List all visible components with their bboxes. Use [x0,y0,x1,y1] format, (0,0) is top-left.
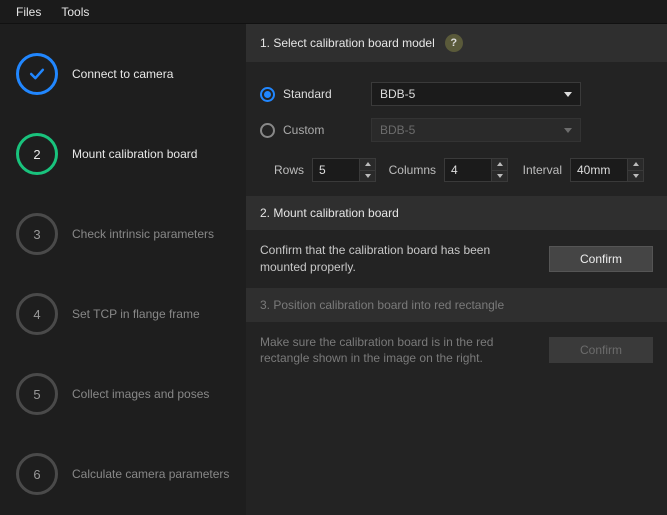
section1-header: 1. Select calibration board model ? [246,24,667,62]
section2-title: 2. Mount calibration board [260,206,399,220]
standard-select[interactable]: BDB-5 [371,82,581,106]
step-circle: 2 [16,133,58,175]
interval-down[interactable] [628,170,643,182]
section2-text: Confirm that the calibration board has b… [260,242,537,276]
section1-body: Standard BDB-5 Custom BDB-5 Rows 5 [246,62,667,196]
step-label: Calculate camera parameters [72,467,229,481]
confirm-mount-button[interactable]: Confirm [549,246,653,272]
confirm-position-button: Confirm [549,337,653,363]
custom-select-value: BDB-5 [380,123,415,137]
step-circle: 5 [16,373,58,415]
steps-sidebar: Connect to camera 2 Mount calibration boar… [0,24,246,515]
section2-header: 2. Mount calibration board [246,196,667,230]
radio-standard-label: Standard [283,87,363,101]
step-label: Set TCP in flange frame [72,307,200,321]
menu-bar: Files Tools [0,0,667,24]
rows-up[interactable] [360,159,375,170]
section3-text: Make sure the calibration board is in th… [260,334,537,368]
step-3[interactable]: 3 Check intrinsic parameters [16,194,236,274]
radio-icon [260,123,275,138]
rows-spinner[interactable]: 5 [312,158,376,182]
main-panel: 1. Select calibration board model ? Stan… [246,24,667,515]
section2-body: Confirm that the calibration board has b… [246,230,667,288]
rows-down[interactable] [360,170,375,182]
interval-label: Interval [516,163,562,177]
section3-header: 3. Position calibration board into red r… [246,288,667,322]
step-label: Collect images and poses [72,387,209,401]
step-5[interactable]: 5 Collect images and poses [16,354,236,434]
step-circle: 3 [16,213,58,255]
step-circle [16,53,58,95]
grid-params-row: Rows 5 Columns 4 Interval 40mm [260,148,653,182]
columns-value: 4 [445,159,491,181]
radio-custom-label: Custom [283,123,363,137]
rows-label: Rows [260,163,304,177]
interval-value: 40mm [571,159,627,181]
radio-custom[interactable]: Custom BDB-5 [260,112,653,148]
step-label: Check intrinsic parameters [72,227,214,241]
step-label: Connect to camera [72,67,173,81]
columns-up[interactable] [492,159,507,170]
standard-select-value: BDB-5 [380,87,415,101]
menu-files[interactable]: Files [6,3,51,21]
radio-icon [260,87,275,102]
interval-up[interactable] [628,159,643,170]
chevron-down-icon [564,128,572,133]
chevron-down-icon [564,92,572,97]
step-1[interactable]: Connect to camera [16,34,236,114]
step-4[interactable]: 4 Set TCP in flange frame [16,274,236,354]
section3-body: Make sure the calibration board is in th… [246,322,667,380]
interval-spinner[interactable]: 40mm [570,158,644,182]
step-circle: 4 [16,293,58,335]
custom-select: BDB-5 [371,118,581,142]
section3-title: 3. Position calibration board into red r… [260,298,504,312]
columns-down[interactable] [492,170,507,182]
step-label: Mount calibration board [72,147,197,161]
radio-standard[interactable]: Standard BDB-5 [260,76,653,112]
menu-tools[interactable]: Tools [51,3,99,21]
step-circle: 6 [16,453,58,495]
step-6[interactable]: 6 Calculate camera parameters [16,434,236,514]
help-icon[interactable]: ? [445,34,463,52]
step-2[interactable]: 2 Mount calibration board [16,114,236,194]
content: Connect to camera 2 Mount calibration boar… [0,24,667,515]
section1-title: 1. Select calibration board model [260,36,435,50]
columns-label: Columns [384,163,436,177]
check-icon [27,64,47,84]
rows-value: 5 [313,159,359,181]
columns-spinner[interactable]: 4 [444,158,508,182]
